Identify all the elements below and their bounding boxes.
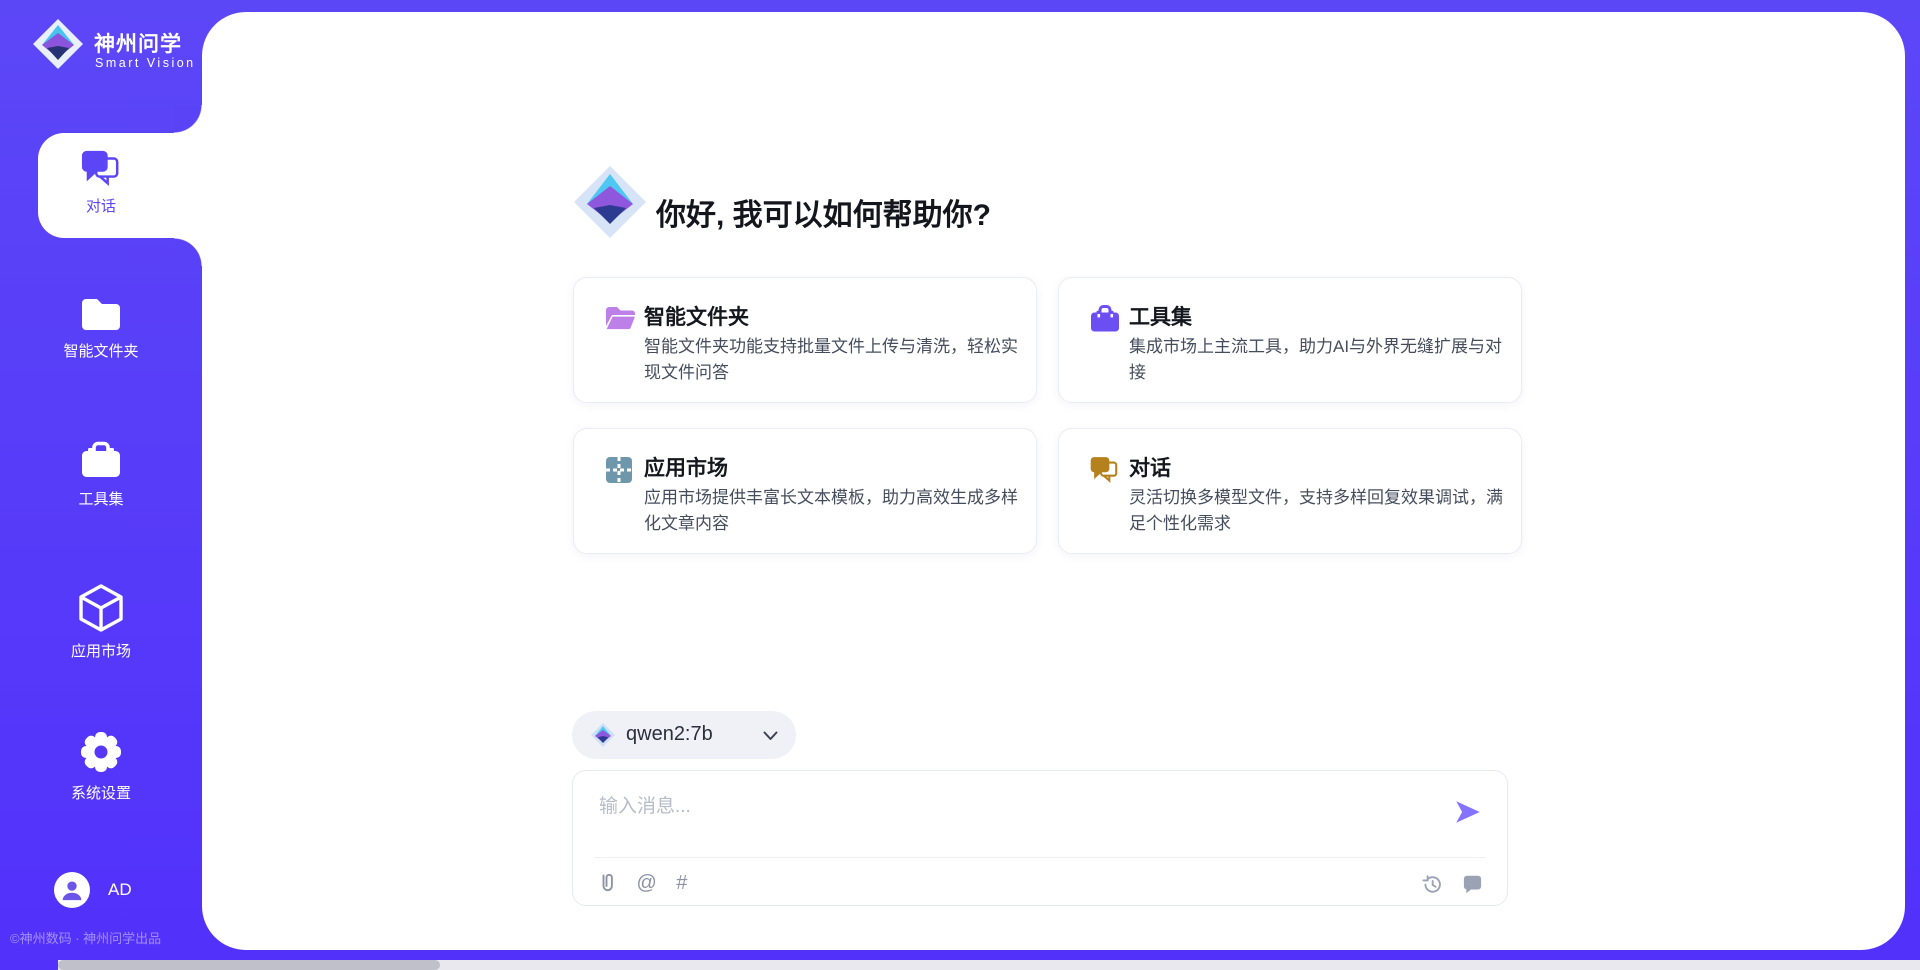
avatar[interactable] <box>54 872 90 908</box>
composer: @ # <box>572 770 1508 906</box>
card-title: 工具集 <box>1129 301 1192 331</box>
sidebar: 神州问学 Smart Vision 对话 智能文件夹 <box>0 0 202 970</box>
model-logo-diamond-icon <box>590 722 616 748</box>
greeting-logo-diamond-icon <box>572 164 648 240</box>
feedback-bubble-icon[interactable] <box>1462 874 1483 895</box>
brand: 神州问学 Smart Vision <box>0 0 202 110</box>
user-name: AD <box>108 880 132 900</box>
folder-open-icon <box>604 304 636 332</box>
model-name: qwen2:7b <box>626 723 713 746</box>
card-app-market[interactable]: 应用市场 应用市场提供丰富长文本模板，助力高效生成多样化文章内容 <box>573 428 1037 554</box>
composer-tools: @ # <box>597 871 702 897</box>
active-tab-curve-top <box>174 105 202 133</box>
person-icon <box>58 876 86 904</box>
sidebar-item-smart-folder[interactable]: 智能文件夹 <box>0 295 202 361</box>
card-description: 应用市场提供丰富长文本模板，助力高效生成多样化文章内容 <box>644 485 1026 537</box>
scrollbar-thumb[interactable] <box>58 960 440 970</box>
send-icon[interactable] <box>1453 797 1483 827</box>
toolbox-icon <box>79 441 123 481</box>
card-toolset[interactable]: 工具集 集成市场上主流工具，助力AI与外界无缝扩展与对接 <box>1058 277 1522 403</box>
active-tab-curve-bottom <box>174 238 202 266</box>
attachment-icon[interactable] <box>597 871 617 895</box>
user-row[interactable]: AD <box>0 868 202 912</box>
composer-divider <box>595 857 1485 858</box>
sidebar-item-settings[interactable]: 系统设置 <box>0 729 202 803</box>
folder-icon <box>79 295 123 333</box>
card-chat[interactable]: 对话 灵活切换多模型文件，支持多样回复效果调试，满足个性化需求 <box>1058 428 1522 554</box>
mention-icon[interactable]: @ <box>636 872 656 895</box>
composer-right-tools <box>1407 873 1483 896</box>
sidebar-item-chat[interactable]: 对话 <box>0 148 202 216</box>
sidebar-item-label: 工具集 <box>0 488 202 509</box>
history-icon[interactable] <box>1421 873 1444 896</box>
briefcase-icon <box>1089 304 1121 334</box>
gear-icon <box>78 729 124 775</box>
horizontal-scrollbar[interactable] <box>58 960 1920 970</box>
card-smart-folder[interactable]: 智能文件夹 智能文件夹功能支持批量文件上传与清洗，轻松实现文件问答 <box>573 277 1037 403</box>
sidebar-item-label: 对话 <box>0 195 202 216</box>
app-root: 神州问学 Smart Vision 对话 智能文件夹 <box>0 0 1920 970</box>
hashtag-icon[interactable]: # <box>676 872 687 895</box>
sidebar-item-toolset[interactable]: 工具集 <box>0 441 202 509</box>
sidebar-item-app-market[interactable]: 应用市场 <box>0 583 202 661</box>
card-title: 应用市场 <box>644 452 728 482</box>
chevron-down-icon <box>763 731 778 741</box>
brand-subtitle: Smart Vision <box>95 56 196 70</box>
brand-title: 神州问学 <box>94 28 182 58</box>
brand-logo-diamond-icon <box>32 18 84 70</box>
sidebar-item-label: 应用市场 <box>0 640 202 661</box>
card-title: 对话 <box>1129 452 1171 482</box>
grid-icon <box>604 455 634 485</box>
chat-icon <box>80 148 122 188</box>
card-description: 灵活切换多模型文件，支持多样回复效果调试，满足个性化需求 <box>1129 485 1511 537</box>
cube-icon <box>78 583 124 633</box>
sidebar-item-label: 系统设置 <box>0 782 202 803</box>
card-title: 智能文件夹 <box>644 301 749 331</box>
message-input[interactable] <box>597 789 1441 851</box>
card-description: 集成市场上主流工具，助力AI与外界无缝扩展与对接 <box>1129 334 1511 386</box>
card-description: 智能文件夹功能支持批量文件上传与清洗，轻松实现文件问答 <box>644 334 1026 386</box>
model-selector[interactable]: qwen2:7b <box>572 711 796 759</box>
copyright-footer: ©神州数码 · 神州问学出品 <box>10 928 161 947</box>
greeting-text: 你好, 我可以如何帮助你? <box>656 190 991 234</box>
chat-icon <box>1089 455 1120 484</box>
sidebar-item-label: 智能文件夹 <box>0 340 202 361</box>
